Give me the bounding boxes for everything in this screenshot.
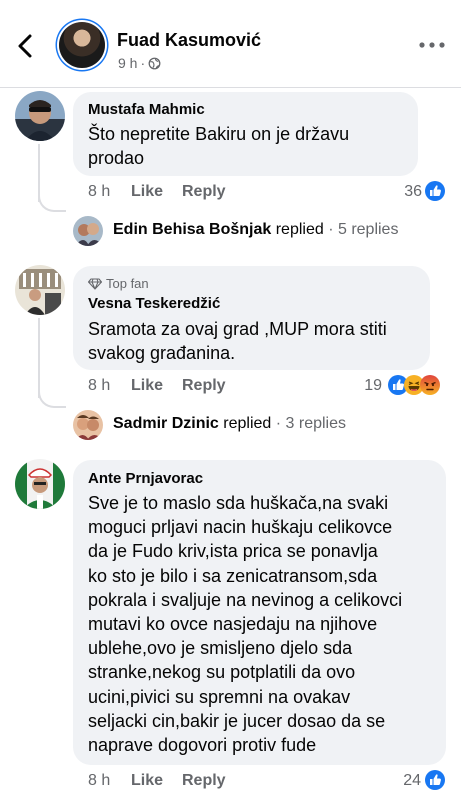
comment-text: Što nepretite Bakiru on je državu prodao <box>88 122 349 170</box>
view-replies-link[interactable]: Edin Behisa Bošnjak replied · 5 replies <box>113 221 398 239</box>
author-avatar[interactable] <box>59 22 105 68</box>
comment-time: 8 h <box>88 183 111 200</box>
comment-line: naprave dogovori protiv fude <box>88 735 317 756</box>
more-options-icon[interactable] <box>418 40 446 50</box>
comment-line: Što nepretite Bakiru on je državu <box>88 124 350 144</box>
like-icon <box>425 181 445 201</box>
like-button[interactable]: Like <box>131 183 163 201</box>
reply-button[interactable]: Reply <box>182 183 226 201</box>
comment-line: ko sto je bilo i sa zenicatransom,sda <box>88 565 378 586</box>
top-fan-label: Top fan <box>106 276 149 291</box>
reactions[interactable] <box>388 375 440 395</box>
comment-line: prodao <box>88 148 145 168</box>
top-fan-badge: Top fan <box>88 276 149 291</box>
comment-line: seljacki cin,bakir je jucer dosao da se <box>88 710 386 731</box>
angry-icon <box>420 375 440 395</box>
author-name[interactable]: Fuad Kasumović <box>117 30 261 51</box>
post-meta: 9 h · <box>118 55 161 71</box>
view-replies-link[interactable]: Sadmir Dzinic replied · 3 replies <box>113 415 346 433</box>
comment-author[interactable]: Mustafa Mahmic <box>88 101 205 118</box>
reaction-count[interactable]: 19 <box>346 377 382 395</box>
comment-time: 8 h <box>88 377 111 394</box>
comment-line: moguci prljavi nacin huškaju celikovce <box>88 517 393 538</box>
reply-count: · 5 replies <box>328 221 399 238</box>
separator-dot: · <box>140 55 146 71</box>
replier-avatar[interactable] <box>73 410 103 440</box>
comment-line: stranke,nekog su potplatili da ovo <box>88 662 356 683</box>
comment-line: svakog građanina. <box>88 343 236 363</box>
replied-label: replied <box>275 221 324 238</box>
comment-line: ucini,pivici su spremni na ovakav <box>88 686 351 707</box>
reply-button[interactable]: Reply <box>182 772 226 790</box>
back-arrow-icon[interactable] <box>14 32 38 60</box>
comment-text: Sramota za ovaj grad ,MUP mora stiti sva… <box>88 317 387 365</box>
globe-icon <box>148 57 161 69</box>
replier-name: Edin Behisa Bošnjak <box>113 221 272 238</box>
reactions[interactable] <box>425 770 445 790</box>
comment-line: Sramota za ovaj grad ,MUP mora stiti <box>88 319 387 339</box>
comment-text: Sve je to maslo sda huškača,na svaki mog… <box>88 491 402 757</box>
comment-author[interactable]: Ante Prnjavorac <box>88 470 203 487</box>
like-icon <box>425 770 445 790</box>
like-button[interactable]: Like <box>131 772 163 790</box>
reply-count: · 3 replies <box>275 415 346 432</box>
comment-line: Sve je to maslo sda huškača,na svaki <box>88 493 389 513</box>
comment-author[interactable]: Vesna Teskeredžić <box>88 295 220 312</box>
commenter-avatar[interactable] <box>15 459 65 509</box>
comment-line: da je Fudo kriv,ista prica se ponavlja <box>88 541 378 562</box>
commenter-avatar[interactable] <box>15 91 65 141</box>
comment-line: mutavi ko ovce nasjedaju na njihove <box>88 614 378 635</box>
replier-name: Sadmir Dzinic <box>113 415 219 432</box>
comment-time: 8 h <box>88 772 111 789</box>
like-button[interactable]: Like <box>131 377 163 395</box>
diamond-icon <box>88 277 102 290</box>
thread-connector <box>38 386 66 408</box>
replier-avatar[interactable] <box>73 216 103 246</box>
comment-line: ublehe,ovo je smisljeno djelo sda <box>88 638 353 659</box>
reactions[interactable] <box>425 181 445 201</box>
post-time: 9 h <box>118 55 138 71</box>
replied-label: replied <box>223 415 272 432</box>
comment-line: pokrala i svaljuje na nevinog a celikovc… <box>88 589 403 610</box>
reaction-count[interactable]: 24 <box>385 772 421 790</box>
header-divider <box>0 87 461 88</box>
reply-button[interactable]: Reply <box>182 377 226 395</box>
commenter-avatar[interactable] <box>15 265 65 315</box>
thread-connector <box>38 190 66 212</box>
post-header: Fuad Kasumović 9 h · <box>0 0 461 88</box>
reaction-count[interactable]: 36 <box>386 183 422 201</box>
